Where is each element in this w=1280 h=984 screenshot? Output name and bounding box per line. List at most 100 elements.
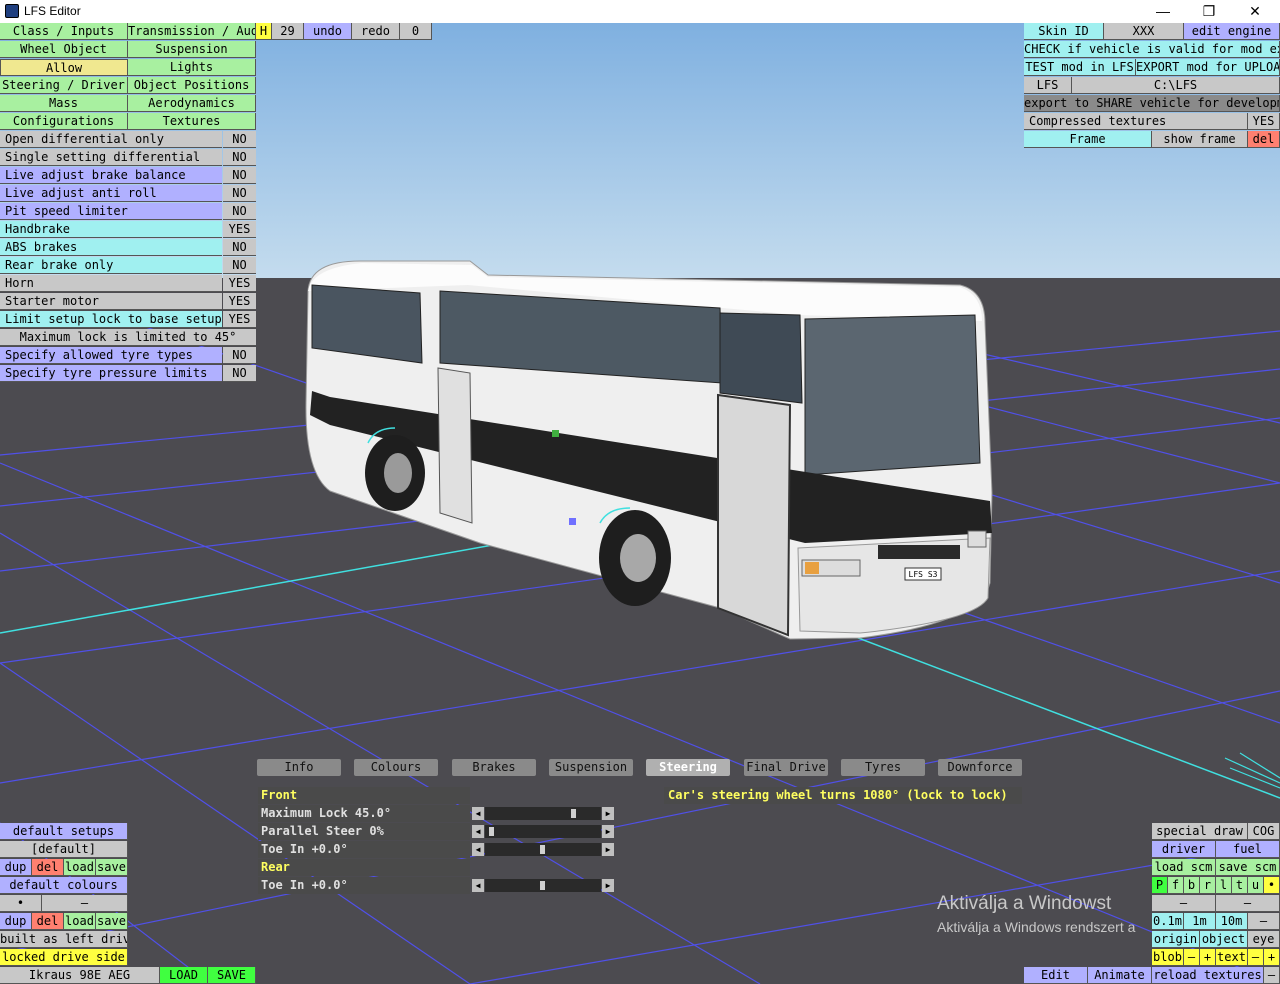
skin-id-value[interactable]: XXX [1104, 23, 1184, 40]
eye-button[interactable]: eye [1248, 931, 1280, 948]
built-left-drive-toggle[interactable]: built as left drive [0, 931, 128, 948]
export-share-button[interactable]: export to SHARE vehicle for development [1024, 95, 1280, 112]
dash-left[interactable]: – [1152, 895, 1216, 912]
lfs-button[interactable]: LFS [1024, 77, 1072, 94]
default-setups-button[interactable]: default setups [0, 823, 128, 840]
slider-right-arrow[interactable]: ▶ [602, 879, 614, 892]
slider-track[interactable] [485, 879, 601, 892]
slider-right-arrow[interactable]: ▶ [602, 807, 614, 820]
frame-button[interactable]: Frame [1024, 131, 1152, 148]
text-minus[interactable]: – [1248, 949, 1264, 966]
grid-01m-button[interactable]: 0.1m [1152, 913, 1184, 930]
load-vehicle-button[interactable]: LOAD [160, 967, 208, 984]
toggle-p[interactable]: P [1152, 877, 1168, 894]
toggle-f[interactable]: f [1168, 877, 1184, 894]
blob-button[interactable]: blob [1152, 949, 1184, 966]
check-valid-button[interactable]: CHECK if vehicle is valid for mod export [1024, 41, 1280, 58]
slider-track[interactable] [485, 843, 601, 856]
allow-row-rear-brake[interactable]: Rear brake only NO [0, 257, 256, 274]
3d-viewport[interactable]: LFS S3 Class / Inputs Transmission / Aud… [0, 23, 1280, 984]
toe-in-rear-slider[interactable]: ◀ ▶ [472, 879, 614, 892]
toggle-r[interactable]: r [1200, 877, 1216, 894]
reload-textures-button[interactable]: reload textures [1152, 967, 1264, 984]
origin-button[interactable]: origin [1152, 931, 1200, 948]
frame-delete-button[interactable]: del [1248, 131, 1280, 148]
menu-textures[interactable]: Textures [128, 113, 256, 130]
row-value[interactable]: NO [223, 203, 256, 220]
special-draw-button[interactable]: special draw [1152, 823, 1248, 840]
colour-dup-button[interactable]: dup [0, 913, 32, 930]
menu-configurations[interactable]: Configurations [0, 113, 128, 130]
toggle-dot[interactable]: • [1264, 877, 1280, 894]
colour-load-button[interactable]: load [64, 913, 96, 930]
row-value[interactable]: YES [223, 293, 256, 310]
grid-1m-button[interactable]: 1m [1184, 913, 1216, 930]
row-value[interactable]: YES [223, 275, 256, 292]
menu-lights[interactable]: Lights [128, 59, 256, 76]
tab-suspension[interactable]: Suspension [549, 759, 633, 776]
row-value[interactable]: NO [223, 149, 256, 166]
setup-load-button[interactable]: load [64, 859, 96, 876]
test-mod-button[interactable]: TEST mod in LFS [1024, 59, 1136, 76]
colour-save-button[interactable]: save [96, 913, 128, 930]
row-value[interactable]: NO [223, 365, 256, 382]
row-value[interactable]: NO [223, 185, 256, 202]
slider-track[interactable] [485, 807, 601, 820]
colour-dash[interactable]: – [42, 895, 128, 912]
allow-row-limit-lock[interactable]: Limit setup lock to base setup lockYES [0, 311, 256, 328]
save-scm-button[interactable]: save scm [1216, 859, 1280, 876]
animate-mode-button[interactable]: Animate [1088, 967, 1152, 984]
row-value[interactable]: NO [223, 167, 256, 184]
allow-row-tyre-pressure[interactable]: Specify tyre pressure limits NO [0, 365, 256, 382]
export-mod-button[interactable]: EXPORT mod for UPLOAD [1136, 59, 1280, 76]
load-scm-button[interactable]: load scm [1152, 859, 1216, 876]
slider-knob[interactable] [570, 809, 576, 818]
blob-minus[interactable]: – [1184, 949, 1200, 966]
zero-button[interactable]: 0 [400, 23, 432, 40]
setup-name[interactable]: [default] [0, 841, 128, 858]
grid-minus-button[interactable]: – [1248, 913, 1280, 930]
tab-downforce[interactable]: Downforce [938, 759, 1022, 776]
slider-left-arrow[interactable]: ◀ [472, 843, 484, 856]
grid-10m-button[interactable]: 10m [1216, 913, 1248, 930]
setup-save-button[interactable]: save [96, 859, 128, 876]
edit-mode-button[interactable]: Edit [1024, 967, 1088, 984]
redo-button[interactable]: redo [352, 23, 400, 40]
allow-row-brake-balance[interactable]: Live adjust brake balance NO [0, 167, 256, 184]
allow-row-single-diff[interactable]: Single setting differential NO [0, 149, 256, 166]
text-button[interactable]: text [1216, 949, 1248, 966]
toggle-u[interactable]: u [1248, 877, 1264, 894]
menu-suspension[interactable]: Suspension [128, 41, 256, 58]
tab-info[interactable]: Info [257, 759, 341, 776]
tab-steering[interactable]: Steering [646, 759, 730, 776]
setup-dup-button[interactable]: dup [0, 859, 32, 876]
blob-plus[interactable]: + [1200, 949, 1216, 966]
tab-final-drive[interactable]: Final Drive [744, 759, 828, 776]
edit-engine-button[interactable]: edit engine [1184, 23, 1280, 40]
cog-button[interactable]: COG [1248, 823, 1280, 840]
allow-row-starter[interactable]: Starter motor YES [0, 293, 256, 310]
compressed-textures-toggle[interactable]: YES [1248, 113, 1280, 130]
save-vehicle-button[interactable]: SAVE [208, 967, 256, 984]
reload-minus[interactable]: – [1264, 967, 1280, 984]
parallel-steer-slider[interactable]: ◀ ▶ [472, 825, 614, 838]
menu-transmission-audio[interactable]: Transmission / Audio [128, 23, 256, 40]
colour-del-button[interactable]: del [32, 913, 64, 930]
row-value[interactable]: NO [223, 347, 256, 364]
max-lock-slider[interactable]: ◀ ▶ [472, 807, 614, 820]
menu-aerodynamics[interactable]: Aerodynamics [128, 95, 256, 112]
allow-row-horn[interactable]: Horn YES [0, 275, 256, 292]
fuel-button[interactable]: fuel [1216, 841, 1280, 858]
menu-class-inputs[interactable]: Class / Inputs [0, 23, 128, 40]
menu-object-positions[interactable]: Object Positions [128, 77, 256, 94]
colour-dot[interactable]: • [0, 895, 42, 912]
slider-knob[interactable] [540, 845, 545, 854]
slider-right-arrow[interactable]: ▶ [602, 825, 614, 838]
undo-button[interactable]: undo [304, 23, 352, 40]
row-value[interactable]: NO [223, 131, 256, 148]
toe-in-front-slider[interactable]: ◀ ▶ [472, 843, 614, 856]
slider-knob[interactable] [540, 881, 545, 890]
toggle-b[interactable]: b [1184, 877, 1200, 894]
slider-right-arrow[interactable]: ▶ [602, 843, 614, 856]
row-value[interactable]: YES [223, 221, 256, 238]
